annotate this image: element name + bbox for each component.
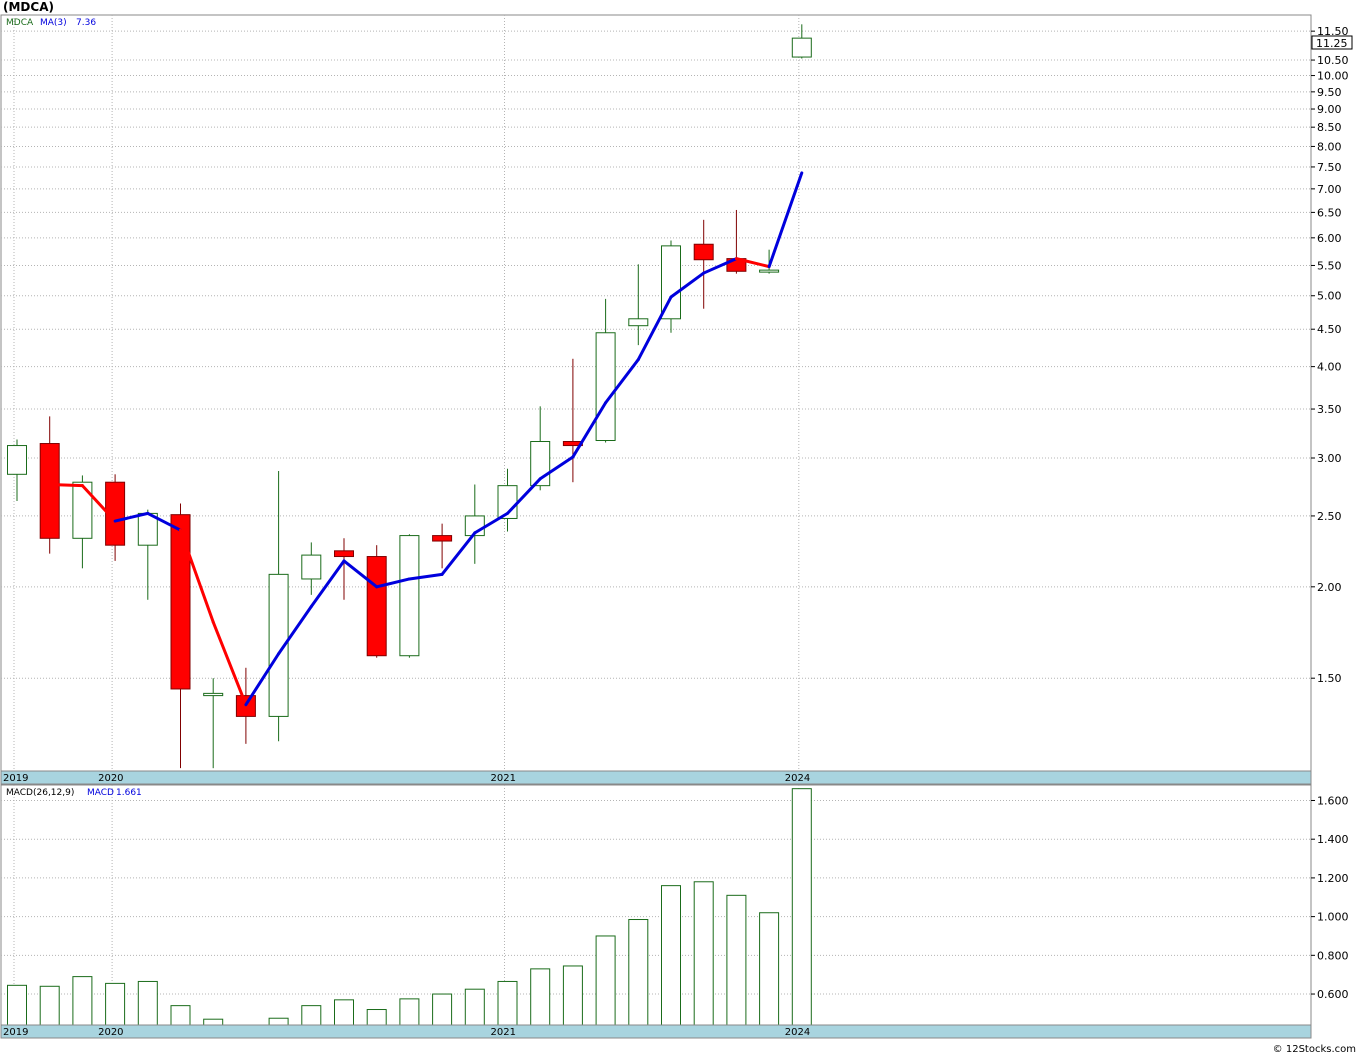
price-tick-label: 3.50 — [1317, 403, 1342, 416]
chart-title: (MDCA) — [3, 0, 54, 14]
macd-bar — [399, 998, 420, 1026]
candle-body — [366, 556, 387, 657]
macd-tick-label: 1.000 — [1317, 911, 1349, 924]
price-tick-label: 8.00 — [1317, 140, 1342, 153]
candle-body — [7, 445, 27, 475]
legend-macd-label: MACD — [87, 788, 114, 798]
macd-bar — [72, 976, 93, 1026]
macd-x-tick-label: 2019 — [3, 1027, 28, 1038]
macd-bar — [366, 1009, 387, 1026]
candle-body — [399, 535, 420, 657]
macd-bar — [497, 980, 518, 1026]
macd-bar — [562, 965, 583, 1026]
candle — [366, 545, 387, 658]
legend-ma-label: MA(3) — [40, 18, 67, 28]
price-x-tick-label: 2021 — [491, 773, 516, 784]
macd-y-axis: 1.600 1.400 1.200 1.000 0.800 0.600 — [1311, 794, 1349, 1001]
price-tick-label: 10.00 — [1317, 70, 1349, 83]
price-tick-label: 5.00 — [1317, 290, 1342, 303]
macd-bar — [334, 999, 354, 1026]
candle-body — [301, 554, 322, 580]
macd-bar — [661, 885, 681, 1026]
candle-body — [693, 243, 714, 261]
macd-tick-label: 1.200 — [1317, 872, 1349, 885]
last-price-box: 11.25 — [1311, 35, 1353, 50]
price-tick-label: 10.50 — [1317, 54, 1349, 67]
price-tick-label: 6.00 — [1317, 232, 1342, 245]
macd-panel: 1.600 1.400 1.200 1.000 0.800 0.600 MACD(26,1… — [0, 784, 1349, 1039]
macd-x-tick-label: 2021 — [491, 1027, 516, 1038]
macd-bar — [268, 1017, 289, 1026]
candle-body — [203, 692, 224, 697]
macd-x-axis-band — [0, 1024, 1312, 1039]
macd-bar — [595, 935, 616, 1026]
macd-plot-area — [0, 784, 1312, 1026]
chart-canvas: (MDCA) 11.5010.5010.009.509.008.508.007.… — [0, 0, 1356, 1055]
price-x-tick-label: 2019 — [3, 773, 28, 784]
price-y-axis: 11.5010.5010.009.509.008.508.007.507.006… — [1311, 25, 1349, 685]
price-tick-label: 4.00 — [1317, 361, 1342, 374]
macd-tick-label: 0.600 — [1317, 988, 1349, 1001]
macd-bar — [693, 881, 714, 1026]
price-tick-label: 7.00 — [1317, 183, 1342, 196]
price-tick-label: 9.50 — [1317, 86, 1342, 99]
ma-segment — [48, 482, 84, 488]
macd-tick-label: 1.400 — [1317, 833, 1349, 846]
price-panel: 11.5010.5010.009.509.008.508.007.507.006… — [0, 14, 1353, 785]
macd-bar — [301, 1005, 322, 1026]
macd-bar — [203, 1018, 224, 1026]
price-x-axis-band — [0, 770, 1312, 785]
candle-body — [39, 443, 60, 539]
candle-body — [432, 535, 453, 542]
last-price-label: 11.25 — [1316, 37, 1348, 50]
macd-bar — [170, 1005, 191, 1026]
candle — [399, 534, 420, 658]
legend-symbol: MDCA — [6, 18, 34, 28]
macd-legend: MACD(26,12,9) MACD 1.661 — [6, 788, 142, 798]
macd-tick-label: 1.600 — [1317, 794, 1349, 807]
macd-x-tick-label: 2020 — [98, 1027, 123, 1038]
macd-bar — [137, 980, 158, 1026]
macd-x-tick-label: 2024 — [785, 1027, 810, 1038]
candle — [661, 240, 681, 333]
footer-credit: © 12Stocks.com — [1273, 1044, 1356, 1055]
candle-body — [170, 514, 191, 690]
price-tick-label: 1.50 — [1317, 672, 1342, 685]
macd-bar — [726, 894, 747, 1026]
macd-bar — [791, 788, 812, 1026]
legend-macd-params: MACD(26,12,9) — [6, 788, 74, 798]
price-plot-area — [0, 14, 1312, 772]
macd-bar — [530, 968, 551, 1026]
price-tick-label: 9.00 — [1317, 103, 1342, 116]
price-x-tick-label: 2024 — [785, 773, 810, 784]
candle-body — [791, 37, 812, 58]
price-tick-label: 2.50 — [1317, 510, 1342, 523]
macd-bar — [628, 919, 649, 1026]
macd-bar — [39, 985, 60, 1026]
macd-tick-label: 0.800 — [1317, 949, 1349, 962]
candle-body — [595, 332, 616, 442]
price-tick-label: 4.50 — [1317, 323, 1342, 336]
price-tick-label: 5.50 — [1317, 259, 1342, 272]
price-tick-label: 8.50 — [1317, 121, 1342, 134]
macd-bar — [464, 988, 485, 1026]
candle-body — [628, 318, 649, 327]
macd-bar — [759, 912, 780, 1026]
candle-body — [72, 481, 93, 539]
macd-bar — [432, 993, 453, 1026]
price-x-tick-label: 2020 — [98, 773, 123, 784]
legend-macd-value: 1.661 — [116, 788, 142, 798]
price-legend: MDCA MA(3) 7.36 — [6, 18, 96, 28]
price-tick-label: 2.00 — [1317, 581, 1342, 594]
legend-ma-value: 7.36 — [76, 18, 96, 28]
price-tick-label: 3.00 — [1317, 452, 1342, 465]
candle-body — [759, 269, 780, 273]
price-tick-label: 7.50 — [1317, 161, 1342, 174]
candle-body — [334, 550, 354, 558]
macd-bar — [7, 984, 27, 1026]
price-tick-label: 6.50 — [1317, 206, 1342, 219]
macd-bar — [105, 982, 126, 1026]
